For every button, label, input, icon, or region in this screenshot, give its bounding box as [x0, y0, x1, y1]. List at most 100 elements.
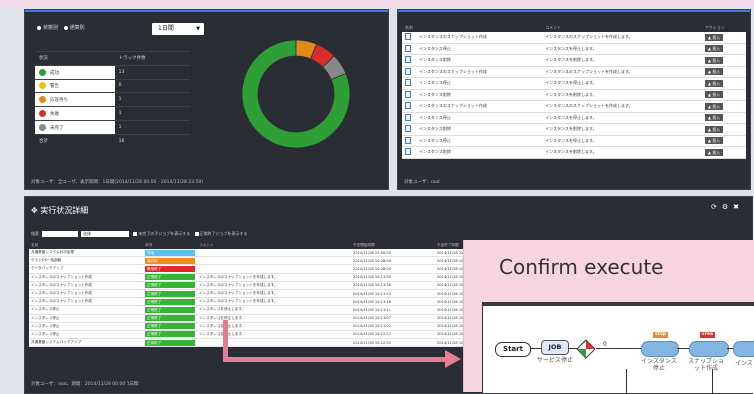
job-name: インスタンスのスナップショット作成: [29, 281, 143, 290]
panel-accent: [398, 10, 750, 12]
job-name: インスタンス停止: [29, 314, 143, 323]
status-donut-chart: [241, 39, 351, 149]
submit-button[interactable]: ▲ 投入: [704, 114, 724, 122]
column-header[interactable]: 状況: [143, 242, 197, 249]
document-icon: [405, 90, 411, 98]
refresh-icon[interactable]: ⟳: [711, 203, 722, 211]
document-icon: [405, 113, 411, 121]
status-cell: 実行中: [143, 256, 197, 266]
checkbox-icon[interactable]: [133, 232, 138, 236]
submit-button[interactable]: ▲ 投入: [704, 102, 724, 110]
flow-cloud-node[interactable]: [733, 341, 754, 357]
flow-cloud-node[interactable]: [689, 341, 729, 357]
table-row: インスタンス停止 インスタンスを停止します。 ▲ 投入: [402, 135, 746, 147]
flow-node-caption: インスタンス 停止: [641, 358, 677, 372]
job-comment: インスタンスを停止します。: [542, 112, 702, 124]
status-dot-icon: [39, 123, 46, 131]
checkbox-icon[interactable]: [194, 232, 199, 236]
action-cell: ▲ 投入: [701, 77, 746, 90]
wrench-icon[interactable]: ⚙: [722, 203, 733, 211]
status-row: 応答待ち 1: [35, 92, 190, 107]
submit-button[interactable]: ▲ 投入: [704, 79, 724, 87]
flow-connector: [626, 369, 627, 393]
panel-footer: 対象ユーザ：root: [404, 180, 440, 185]
job-name: インスタンスのスナップショット作成: [29, 289, 143, 299]
table-row: インスタンス停止 インスタンスを停止します。 ▲ 投入: [402, 77, 746, 90]
radio-dot-icon: [63, 25, 68, 30]
branch-diamond-icon[interactable]: [576, 339, 596, 359]
status-badge: 正常終了: [145, 306, 195, 313]
action-cell: ▲ 投入: [701, 146, 746, 159]
column-header[interactable]: 予定開始時間: [351, 242, 435, 249]
job-comment: インスタンスを停止します。: [197, 330, 351, 340]
submit-button[interactable]: ▲ 投入: [704, 91, 724, 99]
job-comment: [197, 256, 351, 266]
job-comment: インスタンスのスナップショットを作成します。: [197, 273, 351, 282]
status-cell: 正常終了: [143, 289, 197, 299]
column-header[interactable]: 名前: [29, 242, 143, 249]
chevron-down-icon: ▼: [196, 26, 200, 32]
table-row: インスタンス削除 インスタンスを削除します。 ▲ 投入: [402, 89, 746, 101]
scheduled-start: 2014/11/28 10:13:07: [351, 314, 435, 323]
flow-start-node[interactable]: Start: [495, 342, 531, 357]
status-cell: 正常終了: [143, 281, 197, 290]
job-name: 共通基盤システムバックアップ: [29, 338, 143, 348]
filter-select[interactable]: 全体: [81, 231, 129, 237]
job-comment: インスタンスを削除します。: [542, 146, 702, 159]
action-cell: ▲ 投入: [701, 32, 746, 44]
column-header[interactable]: コメント: [197, 242, 351, 249]
table-row: インスタンス削除 インスタンスを削除します。 ▲ 投入: [402, 123, 746, 136]
submit-button[interactable]: ▲ 投入: [704, 56, 724, 64]
status-count: 1: [114, 106, 190, 121]
search-input[interactable]: [42, 231, 78, 237]
flow-connector: [712, 369, 713, 393]
radio-by-status[interactable]: 状態別: [37, 25, 58, 31]
job-name: データバックアップ: [29, 264, 143, 274]
period-select[interactable]: 1日間 ▼: [152, 23, 204, 35]
document-icon: [405, 67, 411, 75]
doc-cell: [402, 77, 416, 90]
col-action: アクション: [704, 25, 725, 30]
job-name: インスタンスのスナップショット作成: [416, 100, 543, 113]
total-row: 合計 16: [35, 133, 190, 148]
action-cell: ▲ 投入: [701, 135, 746, 147]
document-icon: [405, 56, 411, 64]
submit-button[interactable]: ▲ 投入: [704, 33, 724, 41]
document-icon: [405, 102, 411, 110]
job-name: インスタンス削除: [416, 146, 543, 159]
flow-preview: Start JOB サービス停止 0 stop インスタンス 停止 crea ス…: [482, 302, 754, 393]
document-icon: [405, 33, 411, 41]
col-comment: コメント: [545, 25, 562, 30]
flow-cloud-node[interactable]: [641, 341, 679, 357]
job-name: インスタンス停止: [29, 330, 143, 340]
status-cell: 正常終了: [143, 297, 197, 307]
search-label: 検索: [31, 231, 39, 236]
scheduled-start: 2014/11/28 10:13:26: [351, 281, 435, 290]
submit-button[interactable]: ▲ 投入: [704, 137, 724, 145]
doc-cell: [402, 89, 416, 101]
job-comment: インスタンスを停止します。: [542, 77, 702, 90]
submit-button[interactable]: ▲ 投入: [704, 68, 724, 76]
scheduled-start: 2014/11/28 10:13:22: [351, 289, 435, 299]
tree-icon: ✥: [31, 206, 38, 215]
job-name: インスタンス停止: [416, 112, 543, 124]
scheduled-start: 2014/11/28 10:13:18: [351, 297, 435, 307]
status-dot-icon: [39, 68, 46, 76]
status-cell: 正常終了: [143, 330, 197, 340]
total-label: 合計: [35, 133, 115, 148]
close-icon[interactable]: ✖: [733, 203, 744, 211]
job-comment: インスタンスを削除します。: [542, 54, 702, 67]
radio-cumulative[interactable]: 通算別: [63, 25, 85, 31]
flow-job-caption: サービス停止: [537, 357, 574, 364]
doc-cell: [402, 135, 416, 147]
submit-button[interactable]: ▲ 投入: [704, 125, 724, 133]
submit-button[interactable]: ▲ 投入: [704, 148, 724, 156]
flow-job-node[interactable]: JOB: [541, 340, 569, 355]
status-cell: 異常終了: [143, 264, 197, 274]
table-row: インスタンス削除 インスタンスを削除します。 ▲ 投入: [402, 146, 746, 159]
job-comment: [197, 249, 351, 258]
scheduled-start: 2014/11/28 10:13:11: [351, 305, 435, 315]
job-name: ゲストOS一括起動: [29, 256, 143, 266]
submit-button[interactable]: ▲ 投入: [704, 45, 724, 53]
job-name: インスタンス削除: [416, 123, 543, 136]
